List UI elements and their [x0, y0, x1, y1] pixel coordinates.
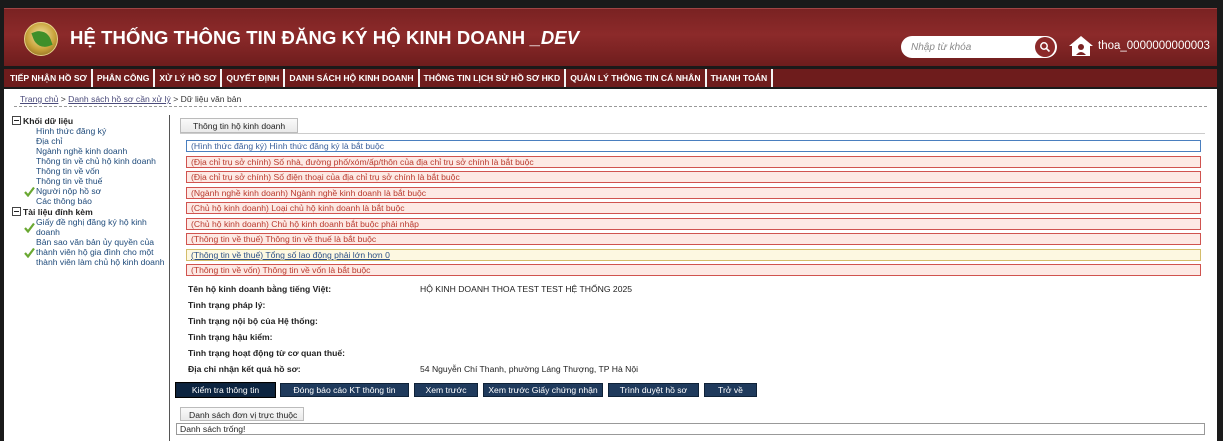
sidebar-item-thue[interactable]: Thông tin về thuế [12, 176, 169, 186]
main-menu: TIẾP NHẬN HỒ SƠ PHÂN CÔNG XỬ LÝ HỒ SƠ QU… [4, 69, 1217, 87]
tab-business-info[interactable]: Thông tin hộ kinh doanh [180, 118, 298, 133]
search-button[interactable] [1035, 37, 1055, 57]
check-info-button[interactable]: Kiểm tra thông tin [175, 382, 276, 398]
breadcrumb: Trang chủ > Danh sách hồ sơ cần xử lý > … [20, 94, 242, 104]
menu-item-phan-cong[interactable]: PHÂN CÔNG [93, 69, 156, 87]
user-menu[interactable]: thoa_0000000000003 [1068, 33, 1210, 59]
menu-item-ca-nhan[interactable]: QUẢN LÝ THÔNG TIN CÁ NHÂN [566, 69, 707, 87]
collapse-icon[interactable] [12, 116, 21, 125]
validation-message: (Ngành nghề kinh doanh) Ngành nghề kinh … [186, 187, 1201, 199]
validation-message: (Địa chỉ trụ sở chính) Số nhà, đường phố… [186, 156, 1201, 168]
menu-item-xu-ly[interactable]: XỬ LÝ HỒ SƠ [155, 69, 223, 87]
sidebar-item-thong-bao[interactable]: Các thông báo [12, 196, 169, 206]
validation-message: (Thông tin về vốn) Thông tin về vốn là b… [186, 264, 1201, 276]
sidebar-item-hinh-thuc[interactable]: Hình thức đăng ký [12, 126, 169, 136]
content-area: Trang chủ > Danh sách hồ sơ cần xử lý > … [4, 89, 1217, 441]
sidebar-item-ban-sao-uy-quyen[interactable]: Bản sao văn bản ủy quyền của thành viên … [12, 237, 169, 267]
app-title: HỆ THỐNG THÔNG TIN ĐĂNG KÝ HỘ KINH DOANH… [70, 27, 580, 48]
breadcrumb-home-link[interactable]: Trang chủ [20, 94, 58, 104]
close-report-button[interactable]: Đóng báo cáo KT thông tin [280, 383, 409, 397]
action-bar: Kiểm tra thông tin Đóng báo cáo KT thông… [175, 382, 762, 398]
sidebar-item-von[interactable]: Thông tin về vốn [12, 166, 169, 176]
menu-item-tiep-nhan[interactable]: TIẾP NHẬN HỒ SƠ [6, 69, 93, 87]
checkmark-icon [24, 247, 35, 258]
validation-message: (Địa chỉ trụ sở chính) Số điện thoại của… [186, 171, 1201, 183]
sidebar-item-giay-de-nghi[interactable]: Giấy đề nghị đăng ký hộ kinh doanh [12, 217, 169, 237]
sidebar-item-nguoi-nop[interactable]: Người nộp hồ sơ [12, 186, 169, 197]
preview-button[interactable]: Xem trước [414, 383, 478, 397]
checkmark-icon [24, 222, 35, 233]
preview-certificate-button[interactable]: Xem trước Giấy chứng nhận [483, 383, 603, 397]
menu-item-thanh-toan[interactable]: THANH TOÁN [707, 69, 774, 87]
home-icon [1069, 36, 1093, 56]
tab-underline [180, 133, 1205, 134]
validation-message: (Chủ hộ kinh doanh) Chủ hộ kinh doanh bắ… [186, 218, 1201, 230]
app-header: HỆ THỐNG THÔNG TIN ĐĂNG KÝ HỘ KINH DOANH… [4, 8, 1217, 66]
sidebar-tree: Khối dữ liệu Hình thức đăng ký Địa chỉ N… [12, 115, 170, 441]
tab-subsidiary-list[interactable]: Danh sách đơn vị trực thuộc [180, 407, 304, 421]
sidebar-item-dia-chi[interactable]: Địa chỉ [12, 136, 169, 146]
submit-button[interactable]: Trình duyệt hồ sơ [608, 383, 699, 397]
menu-item-quyet-dinh[interactable]: QUYẾT ĐỊNH [222, 69, 286, 87]
divider [14, 106, 1207, 107]
search-box [901, 36, 1057, 58]
breadcrumb-current: Dữ liệu văn bản [180, 94, 242, 104]
back-button[interactable]: Trở về [704, 383, 757, 397]
breadcrumb-list-link[interactable]: Danh sách hồ sơ cần xử lý [68, 94, 171, 104]
logo-icon [24, 22, 58, 56]
search-input[interactable] [911, 39, 1021, 55]
validation-message: (Chủ hộ kinh doanh) Loại chủ hộ kinh doa… [186, 202, 1201, 214]
search-icon [1040, 42, 1051, 53]
sidebar-item-nganh-nghe[interactable]: Ngành nghề kinh doanh [12, 146, 169, 156]
validation-message-link[interactable]: (Thông tin về thuế) Tổng số lao động phả… [186, 249, 1201, 261]
empty-list-message: Danh sách trống! [176, 423, 1205, 435]
validation-message: (Hình thức đăng ký) Hình thức đăng ký là… [186, 140, 1201, 152]
tree-group-data[interactable]: Khối dữ liệu [12, 115, 169, 126]
collapse-icon[interactable] [12, 207, 21, 216]
menu-item-lich-su[interactable]: THÔNG TIN LỊCH SỬ HỒ SƠ HKD [420, 69, 567, 87]
sidebar-item-chu-ho[interactable]: Thông tin về chủ hộ kinh doanh [12, 156, 169, 166]
menu-item-danh-sach-hkd[interactable]: DANH SÁCH HỘ KINH DOANH [285, 69, 420, 87]
validation-message: (Thông tin về thuế) Thông tin về thuế là… [186, 233, 1201, 245]
tree-group-attachments[interactable]: Tài liệu đính kèm [12, 206, 169, 217]
user-name: thoa_0000000000003 [1098, 40, 1210, 52]
